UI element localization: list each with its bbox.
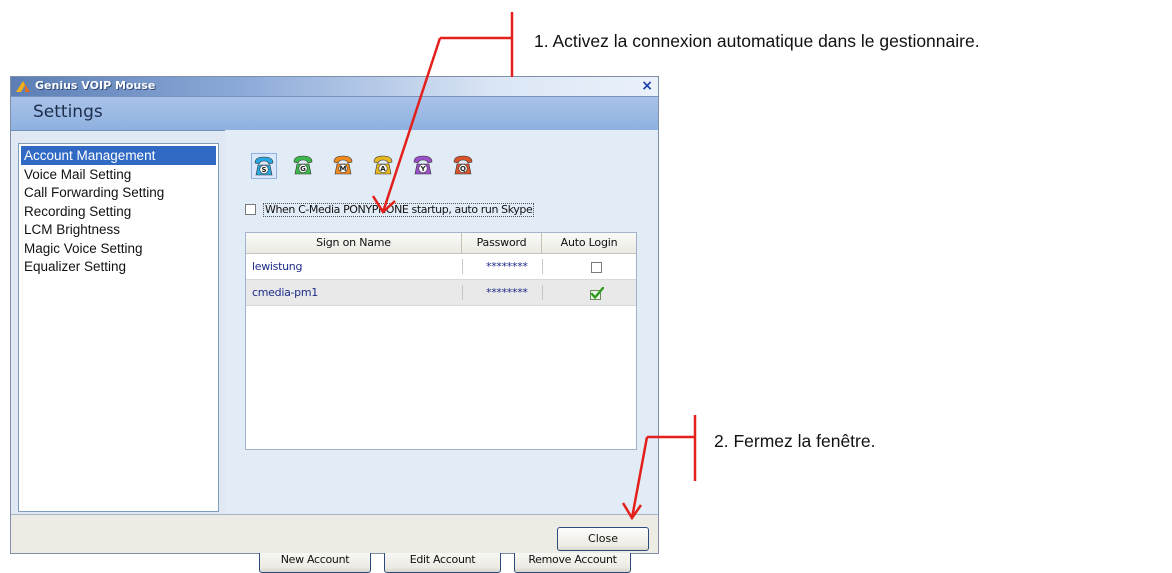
svg-text:Y: Y	[419, 165, 426, 173]
step1-callout: 1. Activez la connexion automatique dans…	[534, 31, 980, 51]
svg-text:A: A	[380, 165, 386, 173]
settings-sidebar: Account Management Voice Mail Setting Ca…	[18, 143, 219, 512]
sidebar-item-lcm-brightness[interactable]: LCM Brightness	[21, 220, 216, 239]
column-header-auto-login[interactable]: Auto Login	[542, 233, 636, 253]
auto-run-label[interactable]: When C-Media PONYPHONE startup, auto run…	[263, 203, 535, 217]
window-title: Genius VOIP Mouse	[35, 79, 156, 92]
column-header-password[interactable]: Password	[462, 233, 542, 253]
column-divider	[542, 259, 543, 274]
settings-window: Genius VOIP Mouse × Settings Account Man…	[10, 76, 659, 573]
auto-login-cell	[590, 280, 605, 305]
account-password: ********	[486, 286, 528, 299]
window-close-icon[interactable]: ×	[641, 77, 653, 95]
svg-text:S: S	[261, 166, 266, 174]
msn-phone-icon[interactable]: M	[331, 153, 357, 179]
auto-login-cell	[591, 254, 602, 279]
sidebar-item-account-management[interactable]: Account Management	[21, 146, 216, 165]
sidebar-item-voice-mail[interactable]: Voice Mail Setting	[21, 165, 216, 184]
app-logo-icon	[16, 81, 30, 92]
column-header-sign-on-name[interactable]: Sign on Name	[246, 233, 462, 253]
window-footer: Close	[11, 514, 658, 553]
auto-login-checkbox[interactable]	[591, 261, 602, 273]
sidebar-item-equalizer[interactable]: Equalizer Setting	[21, 257, 216, 276]
account-name: cmedia-pm1	[252, 286, 318, 299]
yahoo-phone-icon[interactable]: Y	[411, 153, 437, 179]
sidebar-item-call-forwarding[interactable]: Call Forwarding Setting	[21, 183, 216, 202]
svg-text:M: M	[340, 165, 347, 173]
skype-phone-icon[interactable]: S	[251, 153, 277, 179]
page-title: Settings	[33, 102, 103, 122]
svg-text:G: G	[300, 165, 306, 173]
table-row[interactable]: cmedia-pm1 ********	[246, 280, 636, 306]
table-header: Sign on Name Password Auto Login	[246, 233, 636, 254]
settings-header: Settings	[11, 97, 658, 131]
column-divider	[462, 259, 463, 274]
svg-text:Q: Q	[460, 165, 466, 173]
column-divider	[462, 285, 463, 300]
aim-phone-icon[interactable]: A	[371, 153, 397, 179]
accounts-table: Sign on Name Password Auto Login lewistu…	[245, 232, 637, 450]
account-password: ********	[486, 260, 528, 273]
qq-phone-icon[interactable]: Q	[451, 153, 477, 179]
sidebar-item-magic-voice[interactable]: Magic Voice Setting	[21, 239, 216, 258]
auto-run-checkbox[interactable]	[245, 204, 256, 215]
title-bar[interactable]: Genius VOIP Mouse ×	[11, 77, 658, 97]
sidebar-item-recording[interactable]: Recording Setting	[21, 202, 216, 221]
auto-login-checked-icon[interactable]	[590, 286, 605, 300]
close-button[interactable]: Close	[557, 527, 649, 551]
account-management-panel: S G M A Y Q When C-Media PONYPHONE start…	[225, 130, 658, 573]
gtalk-phone-icon[interactable]: G	[291, 153, 317, 179]
table-row[interactable]: lewistung ********	[246, 254, 636, 280]
column-divider	[542, 285, 543, 300]
account-name: lewistung	[252, 260, 303, 273]
step2-callout: 2. Fermez la fenêtre.	[714, 431, 876, 451]
